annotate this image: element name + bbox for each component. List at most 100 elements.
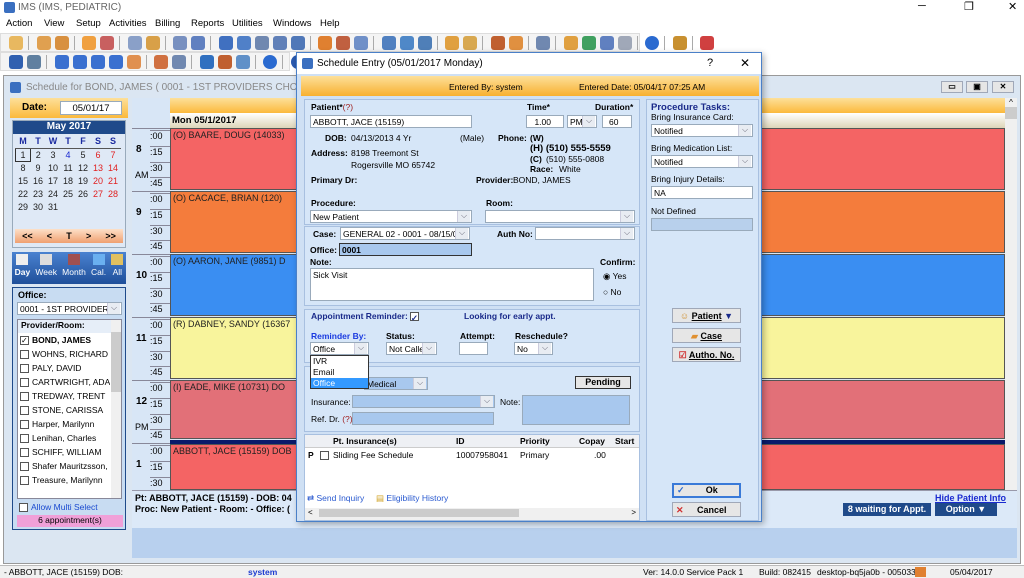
claims-icon[interactable] xyxy=(254,36,269,50)
ampm-select[interactable]: PM xyxy=(567,115,597,128)
calendar-day[interactable]: 3 xyxy=(46,148,61,161)
calendar-today[interactable]: T xyxy=(66,229,72,243)
dialog-close-button[interactable]: ✕ xyxy=(740,56,750,70)
view-week[interactable]: Week xyxy=(35,254,57,284)
calendar-day[interactable]: 12 xyxy=(76,161,91,174)
edit-icon[interactable] xyxy=(100,36,115,50)
provider-item[interactable]: WOHNS, RICHARD xyxy=(20,347,110,361)
patient-icon[interactable] xyxy=(9,36,23,50)
letter-icon[interactable] xyxy=(354,36,369,50)
allow-multi-checkbox[interactable] xyxy=(19,503,28,513)
dialog-help-button[interactable]: ? xyxy=(707,57,713,69)
row-checkbox[interactable] xyxy=(320,451,329,460)
lab-icon[interactable] xyxy=(145,36,160,50)
provider-list[interactable]: Provider/Room: ✓ BOND, JAMES WOHNS, RICHAR… xyxy=(17,319,122,499)
last-icon[interactable] xyxy=(108,55,123,69)
auth-select[interactable] xyxy=(535,227,635,240)
provider-checkbox[interactable] xyxy=(20,378,29,388)
checklist-icon[interactable] xyxy=(463,36,478,50)
grid-scrollbar[interactable]: ^ xyxy=(1005,98,1017,490)
attempt-stepper[interactable] xyxy=(459,342,488,355)
provider-item[interactable]: Lenihan, Charles xyxy=(20,431,110,445)
option-ivr[interactable]: IVR xyxy=(311,356,368,367)
provider-checkbox[interactable] xyxy=(20,420,29,430)
confirm-yes-radio[interactable]: ◉ Yes xyxy=(603,271,627,282)
calendar-day[interactable]: 19 xyxy=(76,174,91,187)
billing-icon[interactable] xyxy=(218,36,233,50)
calendar-day[interactable]: 4 xyxy=(61,148,76,161)
copy-icon[interactable] xyxy=(172,55,187,69)
calendar-day[interactable]: 7 xyxy=(106,148,121,161)
provider-item[interactable]: SCHIFF, WILLIAM xyxy=(20,445,110,459)
type-select[interactable]: Medical xyxy=(364,377,428,390)
calendar-day[interactable]: 13 xyxy=(91,161,106,174)
calendar-day[interactable]: 2 xyxy=(31,148,46,161)
view-all[interactable]: All xyxy=(111,254,124,284)
calendar-day[interactable]: 18 xyxy=(61,174,76,187)
provider-item[interactable]: Harper, Marilynn xyxy=(20,417,110,431)
send-inquiry-link[interactable]: ⇄ Send Inquiry xyxy=(307,493,364,504)
procedure-select[interactable]: New Patient xyxy=(310,210,472,223)
calendar-prev-month[interactable]: < xyxy=(47,229,52,243)
folder-icon[interactable] xyxy=(82,36,97,50)
calendar-day[interactable]: 31 xyxy=(46,200,61,213)
appointment-count[interactable]: 6 appointment(s) xyxy=(17,515,123,527)
option-email[interactable]: Email xyxy=(311,367,368,378)
provider-checkbox[interactable] xyxy=(20,364,29,374)
case-select[interactable]: GENERAL 02 - 0001 - 08/15/0 xyxy=(340,227,470,240)
table-row[interactable]: P Sliding Fee Schedule 10007958041 Prima… xyxy=(305,448,639,462)
transfer-icon[interactable] xyxy=(399,36,414,50)
deposit-icon[interactable] xyxy=(272,36,287,50)
payment-icon[interactable] xyxy=(236,36,251,50)
ref-dr-input[interactable] xyxy=(352,412,494,425)
exit-icon[interactable] xyxy=(700,36,715,50)
waiting-button[interactable]: 8 waiting for Appt. xyxy=(843,503,931,516)
schedule-close-button[interactable]: ✕ xyxy=(992,81,1014,93)
statement-icon[interactable] xyxy=(290,36,305,50)
provider-item[interactable]: Shafer Mauritzsson, Ja xyxy=(20,459,110,473)
calculator-icon[interactable] xyxy=(617,36,632,50)
first-icon[interactable] xyxy=(54,55,69,69)
task-input-injury[interactable]: NA xyxy=(651,186,753,199)
calendar-day[interactable]: 1 xyxy=(15,147,31,162)
reminder-by-select[interactable]: Office xyxy=(310,342,369,355)
calendar-day[interactable]: 10 xyxy=(46,161,61,174)
provider-item[interactable]: CARTWRIGHT, ADAM xyxy=(20,375,110,389)
export-icon[interactable] xyxy=(581,36,596,50)
task-select-insurance[interactable]: Notified xyxy=(651,124,753,137)
provider-icon[interactable] xyxy=(36,36,51,50)
table-hscrollbar[interactable]: < > xyxy=(305,508,639,520)
provider-edit-icon[interactable] xyxy=(54,36,69,50)
calendar-day[interactable]: 29 xyxy=(16,200,31,213)
provider-checkbox[interactable] xyxy=(20,392,29,402)
calendar-next-year[interactable]: >> xyxy=(105,229,116,243)
provider-checkbox[interactable] xyxy=(20,462,29,472)
calendar-day[interactable]: 25 xyxy=(61,187,76,200)
menu-windows[interactable]: Windows xyxy=(273,18,312,29)
autho-button[interactable]: ☑ Autho. No. xyxy=(672,347,741,362)
calendar-day[interactable]: 23 xyxy=(31,187,46,200)
help-icon[interactable] xyxy=(645,36,660,50)
provider-checkbox[interactable] xyxy=(20,350,29,360)
reminder-checkbox[interactable]: ✓ xyxy=(409,312,419,323)
calendar-day[interactable]: 21 xyxy=(106,174,121,187)
option-office[interactable]: Office xyxy=(311,378,368,388)
patient-input[interactable]: ABBOTT, JACE (15159) xyxy=(310,115,472,128)
refresh-icon[interactable] xyxy=(199,55,214,69)
clipboard-icon[interactable] xyxy=(536,36,551,50)
calendar-day[interactable]: 16 xyxy=(31,174,46,187)
find-icon[interactable] xyxy=(9,55,23,69)
menu-action[interactable]: Action xyxy=(6,18,32,29)
menu-help[interactable]: Help xyxy=(320,18,340,29)
menu-setup[interactable]: Setup xyxy=(76,18,101,29)
globe-icon[interactable] xyxy=(27,55,41,69)
view-day[interactable]: Day xyxy=(15,254,30,284)
menu-activities[interactable]: Activities xyxy=(109,18,146,29)
hide-patient-info-link[interactable]: Hide Patient Info xyxy=(935,493,1006,503)
patient-help-link[interactable]: (?) xyxy=(343,102,353,112)
calendar-day[interactable]: 17 xyxy=(46,174,61,187)
maximize-button[interactable]: ❐ xyxy=(964,0,974,13)
calendar-day[interactable]: 30 xyxy=(31,200,46,213)
provider-item[interactable]: STONE, CARISSA xyxy=(20,403,110,417)
insurance-select[interactable] xyxy=(352,395,495,408)
